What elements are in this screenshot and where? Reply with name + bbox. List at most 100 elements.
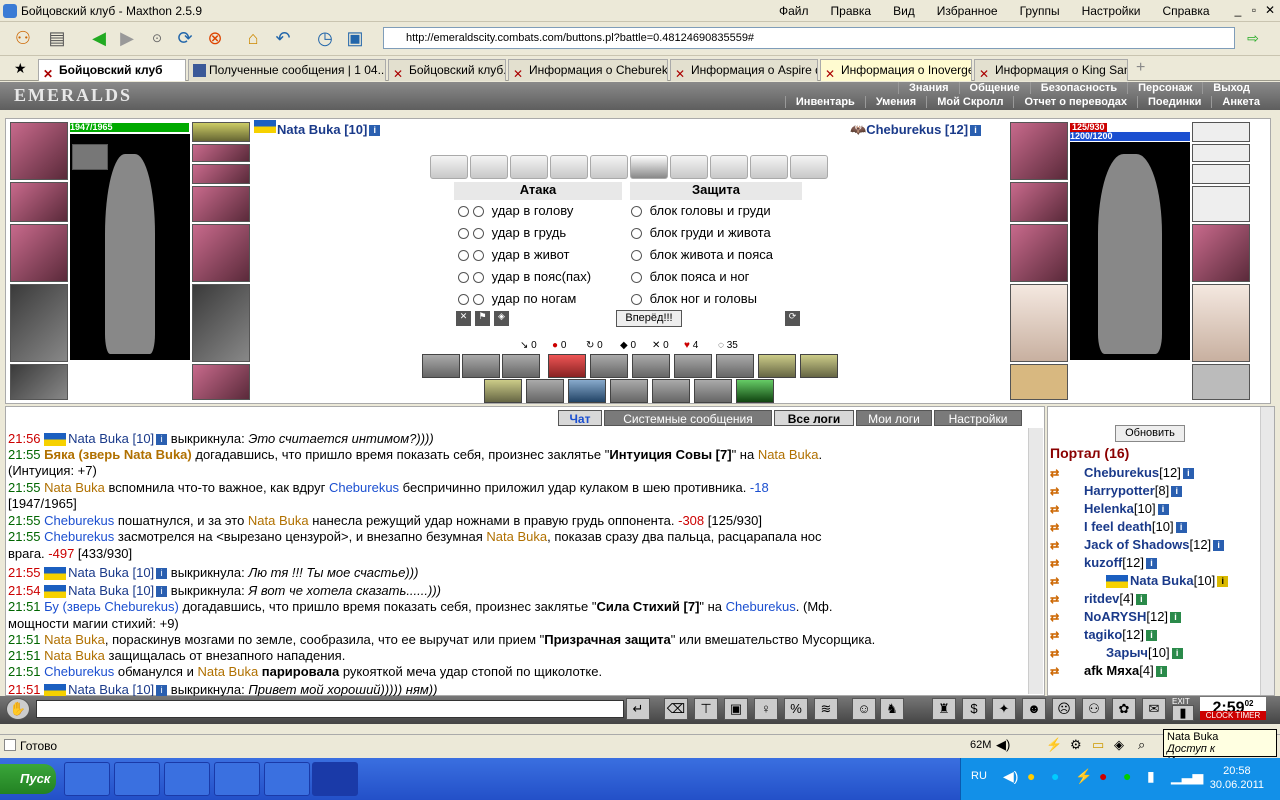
opponent-avatar[interactable] [1070, 142, 1190, 360]
player-name[interactable]: Nata Buka [10] i [277, 122, 381, 137]
info-icon[interactable]: i [1155, 666, 1167, 678]
tab-settings[interactable]: Настройки [934, 410, 1022, 426]
nav-fights[interactable]: Поединки [1137, 96, 1211, 108]
shield-icon[interactable]: ◈ [494, 311, 509, 326]
drink-app-icon[interactable] [264, 762, 310, 796]
amulet-slot[interactable] [192, 144, 250, 162]
action-icon[interactable]: ⇄ [1050, 521, 1059, 534]
block-chest-belly[interactable]: блок груди и живота [631, 225, 771, 240]
offhand-slot[interactable] [1192, 224, 1250, 282]
status-icon[interactable]: ● [1027, 768, 1035, 784]
start-button[interactable]: Пуск [0, 764, 56, 794]
nav-skills[interactable]: Умения [864, 96, 926, 108]
menu-favorites[interactable]: Избранное [926, 4, 1009, 18]
new-tab-icon[interactable]: + [1136, 59, 1145, 77]
minimize-icon[interactable]: _ [1230, 3, 1246, 19]
nav-inventory[interactable]: Инвентарь [784, 96, 865, 108]
new-page-icon[interactable]: ▤ [44, 25, 70, 51]
block-legs-head[interactable]: блок ног и головы [631, 291, 757, 306]
percent-icon[interactable]: % [784, 698, 808, 720]
log-player-name[interactable]: Nata Buka [44, 632, 105, 647]
log-player-name[interactable]: Бяка (зверь Nata Buka) [44, 447, 192, 462]
stop-icon[interactable]: ⊗ [202, 25, 228, 51]
scroll-slot[interactable] [790, 155, 828, 179]
exit-icon[interactable]: ▮ [1172, 705, 1194, 721]
maxthon-task-icon[interactable] [312, 762, 358, 796]
portal-player[interactable]: ⇄ afk Мяха[4] i [1050, 663, 1167, 678]
action-icon[interactable]: ⇄ [1050, 467, 1059, 480]
opponent-name[interactable]: 🦇Cheburekus [12] i [850, 122, 982, 138]
skill-slot[interactable] [800, 354, 838, 378]
info-icon[interactable]: i [1170, 612, 1182, 624]
portal-player[interactable]: ⇄ ritdev[4] i [1050, 591, 1147, 606]
scroll-slot[interactable] [550, 155, 588, 179]
helmet-slot[interactable] [1010, 122, 1068, 180]
skill-slot[interactable] [610, 379, 648, 403]
info-icon[interactable]: i [1145, 558, 1157, 570]
speaker-icon[interactable]: ◀) [996, 737, 1010, 753]
refresh-icon[interactable]: ⟳ [172, 25, 198, 51]
portal-player[interactable]: ⇄ I feel death[10] i [1050, 519, 1187, 534]
portal-player[interactable]: ⇄ kuzoff[12] i [1050, 555, 1157, 570]
group-icon[interactable]: ⚇ [1082, 698, 1106, 720]
portal-player[interactable]: ⇄ Nata Buka[10] i [1050, 573, 1229, 589]
legs-slot[interactable] [192, 284, 250, 362]
refresh-button[interactable]: Обновить [1115, 425, 1185, 442]
layers-icon[interactable]: ◈ [1114, 737, 1124, 753]
user-icon[interactable]: ⚇ [10, 25, 36, 51]
fighter-icon[interactable]: ♀ [754, 698, 778, 720]
scroll-slot[interactable] [470, 155, 508, 179]
portal-player[interactable]: ⇄ tagiko[12] i [1050, 627, 1157, 642]
block-belt-legs[interactable]: блок пояса и ног [631, 269, 749, 284]
volume-icon[interactable]: ◀) [1003, 768, 1018, 785]
skill-slot[interactable] [502, 354, 540, 378]
legs-slot[interactable] [1192, 284, 1250, 362]
action-icon[interactable]: ⇄ [1050, 611, 1059, 624]
tab-my-logs[interactable]: Мои логи [856, 410, 932, 426]
skill-slot[interactable] [462, 354, 500, 378]
log-player-name[interactable]: Nata Buka [44, 648, 105, 663]
info-icon[interactable]: i [1171, 486, 1183, 498]
tab-info-aspire[interactable]: ✕ Информация о Aspire dk [670, 59, 818, 81]
boots-slot[interactable] [192, 364, 250, 400]
folder-icon[interactable]: ▭ [1092, 737, 1104, 753]
attack-groin[interactable]: удар в пояс(пах) [458, 269, 591, 284]
network-icon[interactable]: ⚡ [1075, 768, 1092, 785]
tab-combats[interactable]: ✕ Бойцовский клуб [38, 59, 186, 81]
smile-icon[interactable]: ☺ [852, 698, 876, 720]
cat-icon[interactable]: ✿ [1112, 698, 1136, 720]
info-icon[interactable]: i [369, 125, 381, 137]
tab-info-king-sanya[interactable]: ✕Информация о King Sanya [974, 59, 1128, 81]
action-icon[interactable]: ⇄ [1050, 665, 1059, 678]
log-player-name[interactable]: Nata Buka [10] [68, 583, 154, 598]
hand-icon[interactable]: ✋ [6, 698, 30, 720]
tab-chat[interactable]: Чат [558, 410, 602, 426]
tab-info-cheburekus[interactable]: ✕ Информация о Cheburekus [508, 59, 668, 81]
scroll-slot-active[interactable] [630, 155, 668, 179]
scroll-slot[interactable] [710, 155, 748, 179]
info-icon[interactable]: i [1213, 540, 1225, 552]
send-icon[interactable]: ↵ [626, 698, 650, 720]
close-icon[interactable]: ✕ [1262, 3, 1278, 19]
scroll-slot[interactable] [430, 155, 468, 179]
skill-slot[interactable] [484, 379, 522, 403]
skill-slot[interactable] [674, 354, 712, 378]
skill-slot[interactable] [652, 379, 690, 403]
menu-help[interactable]: Справка [1151, 4, 1220, 18]
attack-legs[interactable]: удар по ногам [458, 291, 576, 306]
nav-security[interactable]: Безопасность [1029, 82, 1127, 94]
info-icon[interactable]: i [156, 434, 168, 446]
log-player-name[interactable]: Nata Buka [44, 480, 105, 495]
scroll-slot[interactable] [750, 155, 788, 179]
skill-slot[interactable] [736, 379, 774, 403]
forward-icon[interactable]: ▶ [114, 25, 140, 51]
info-icon[interactable]: i [156, 685, 168, 697]
log-player-name[interactable]: Nata Buka [10] [68, 565, 154, 580]
info-icon[interactable]: i [1171, 648, 1183, 660]
amulet-slot[interactable] [1192, 144, 1250, 162]
skype-tray-icon[interactable]: ● [1051, 768, 1059, 784]
gloves-slot[interactable] [192, 186, 250, 222]
portal-scrollbar[interactable] [1260, 407, 1274, 695]
log-player-name[interactable]: Nata Buka [486, 529, 547, 544]
clear-icon[interactable]: ⌫ [664, 698, 688, 720]
